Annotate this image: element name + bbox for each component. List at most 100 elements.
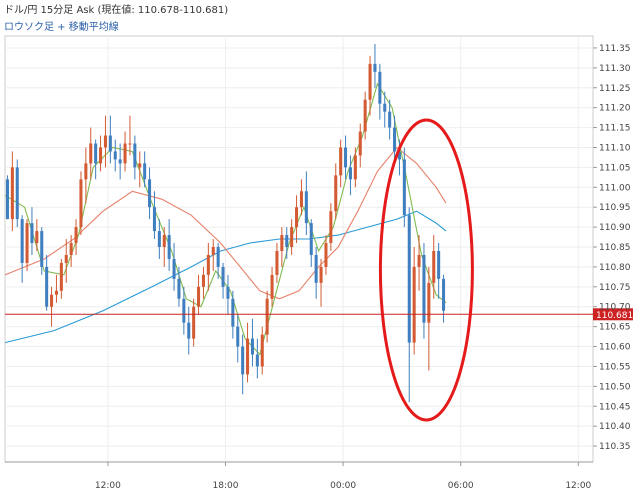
y-tick-label: 111.10 [599,143,631,153]
y-tick-label: 110.65 [599,323,631,333]
candle-body [422,254,426,323]
candle-body [64,254,68,263]
candle-body [74,227,78,244]
candle-body [40,231,44,267]
candle-body [187,322,191,339]
candle-body [427,282,431,323]
candle-body [378,71,382,104]
candle-body [412,266,416,343]
y-tick-label: 110.40 [599,422,631,432]
y-tick-label: 110.50 [599,382,631,392]
y-tick-label: 110.55 [599,362,631,372]
candle-body [206,254,210,275]
candle-body [290,227,294,248]
candle-body [285,235,289,248]
x-tick-label: 06:00 [448,481,474,491]
y-tick-label: 110.75 [599,283,631,293]
y-tick-label: 111.20 [599,104,631,114]
candle-body [275,250,279,275]
candle-body [260,334,264,367]
candle-body [138,163,142,168]
candle-body [172,258,176,279]
candle-body [108,135,112,152]
candle-body [324,243,328,267]
y-tick-label: 111.05 [599,163,631,173]
candle-body [246,338,250,375]
chart-background [0,0,640,491]
candle-body [265,298,269,335]
candle-body [50,294,54,307]
candle-body [226,286,230,299]
y-tick-label: 111.00 [599,183,631,193]
y-tick-label: 110.95 [599,203,631,213]
candle-body [368,63,372,100]
chart-title: ドル/円 15分足 Ask (現在値: 110.678-110.681) [4,3,228,16]
candle-body [295,207,299,228]
candle-body [319,266,323,283]
x-tick-label: 00:00 [330,481,356,491]
candle-body [417,254,421,267]
candle-body [133,143,137,168]
candle-body [177,278,181,299]
candle-body [250,338,254,355]
candle-body [69,243,73,255]
candle-body [113,151,117,160]
candle-body [20,219,24,263]
y-axis: 111.35 111.30 111.25 111.20 111.15 111.10 111.… [593,44,631,452]
y-tick-label: 110.35 [599,442,631,452]
candle-body [334,175,338,212]
candle-body [162,235,166,248]
candle-body [280,235,284,251]
y-tick-label: 110.70 [599,303,631,313]
candle-body [407,215,411,343]
candle-body [348,167,352,180]
y-tick-label: 111.30 [599,64,631,74]
candle-body [329,211,333,244]
candle-body [103,135,107,148]
candle-body [182,298,186,323]
y-tick-label: 110.60 [599,343,631,353]
candle-body [344,147,348,168]
candle-body [270,274,274,299]
candle-body [148,179,152,208]
candle-body [442,278,446,311]
candle-body [192,306,196,339]
candle-body [373,63,377,72]
candle-body [54,290,58,295]
candle-body [128,143,132,145]
candle-body [309,223,313,255]
candle-body [304,191,308,224]
x-tick-label: 18:00 [213,481,239,491]
x-tick-label: 12:00 [95,481,121,491]
candle-body [432,250,436,283]
candle-body [201,274,205,287]
chart-subtitle: ロウソク足 + 移動平均線 [4,20,119,33]
y-tick-label: 111.15 [599,124,631,134]
candle-body [221,266,225,287]
candle-body [79,179,83,228]
y-tick-label: 110.85 [599,243,631,253]
y-tick-label: 110.90 [599,223,631,233]
candle-body [216,247,220,267]
y-tick-label: 110.45 [599,402,631,412]
candle-body [157,231,161,248]
candle-body [89,143,93,164]
candle-body [353,155,357,180]
candle-body [143,163,147,180]
price-chart: ドル/円 15分足 Ask (現在値: 110.678-110.681) ロウソ… [0,0,640,491]
candle-body [437,250,441,279]
candle-body [383,103,387,112]
y-tick-label: 111.35 [599,44,631,54]
candle-body [388,111,392,128]
candle-body [393,127,397,152]
candle-body [231,298,235,327]
candle-body [236,326,240,347]
candle-body [35,231,39,244]
y-tick-label: 111.25 [599,84,631,94]
candle-body [99,147,103,164]
candle-body [402,159,406,216]
candle-body [94,143,98,164]
candle-body [299,191,303,208]
candle-body [15,167,19,220]
candle-body [363,99,367,132]
